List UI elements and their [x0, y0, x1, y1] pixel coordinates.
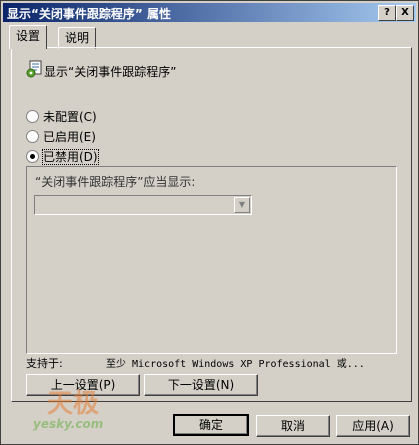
radio-disabled[interactable]: 已禁用(D)	[26, 148, 99, 165]
supported-label: 支持于:	[26, 357, 63, 370]
options-label: “关闭事件跟踪程序”应当显示:	[35, 175, 196, 189]
help-button[interactable]: ?	[378, 5, 396, 21]
next-setting-button[interactable]: 下一设置(N)	[144, 374, 258, 396]
chevron-down-icon[interactable]: ▼	[234, 197, 250, 213]
radio-label: 已启用(E)	[43, 130, 96, 144]
radio-not-configured[interactable]: 未配置(C)	[26, 108, 97, 125]
ok-button[interactable]: 确定	[173, 414, 249, 436]
properties-dialog: 显示“关闭事件跟踪程序” 属性 ? X 设置 说明 显示“关闭事件跟踪程序” 未…	[0, 0, 419, 445]
tab-settings[interactable]: 设置	[9, 25, 48, 49]
watermark-logo: 天极 yesky.com	[33, 383, 133, 435]
supported-value: 至少 Microsoft Windows XP Professional 或..…	[106, 359, 365, 370]
policy-title: 显示“关闭事件跟踪程序”	[44, 65, 177, 79]
close-button[interactable]: X	[396, 5, 414, 21]
policy-setting-icon	[26, 60, 42, 78]
radio-circle[interactable]	[26, 130, 39, 143]
window-title: 显示“关闭事件跟踪程序” 属性	[7, 7, 171, 21]
apply-button[interactable]: 应用(A)	[336, 415, 410, 437]
tab-explain[interactable]: 说明	[58, 27, 97, 49]
supported-on: 支持于: 至少 Microsoft Windows XP Professiona…	[26, 355, 365, 371]
radio-enabled[interactable]: 已启用(E)	[26, 128, 96, 145]
radio-label: 已禁用(D)	[42, 149, 99, 165]
watermark-brand: 天极	[47, 389, 100, 419]
radio-circle[interactable]	[26, 150, 39, 163]
settings-panel: 显示“关闭事件跟踪程序” 未配置(C) 已启用(E) 已禁用(D) “关闭事件跟…	[11, 47, 412, 402]
options-group: “关闭事件跟踪程序”应当显示: ▼	[26, 166, 397, 354]
display-dropdown[interactable]: ▼	[34, 195, 252, 215]
title-bar[interactable]: 显示“关闭事件跟踪程序” 属性 ? X	[3, 3, 416, 22]
cancel-button[interactable]: 取消	[256, 415, 330, 437]
watermark-url: yesky.com	[33, 417, 104, 431]
radio-circle[interactable]	[26, 110, 39, 123]
radio-label: 未配置(C)	[43, 110, 97, 124]
